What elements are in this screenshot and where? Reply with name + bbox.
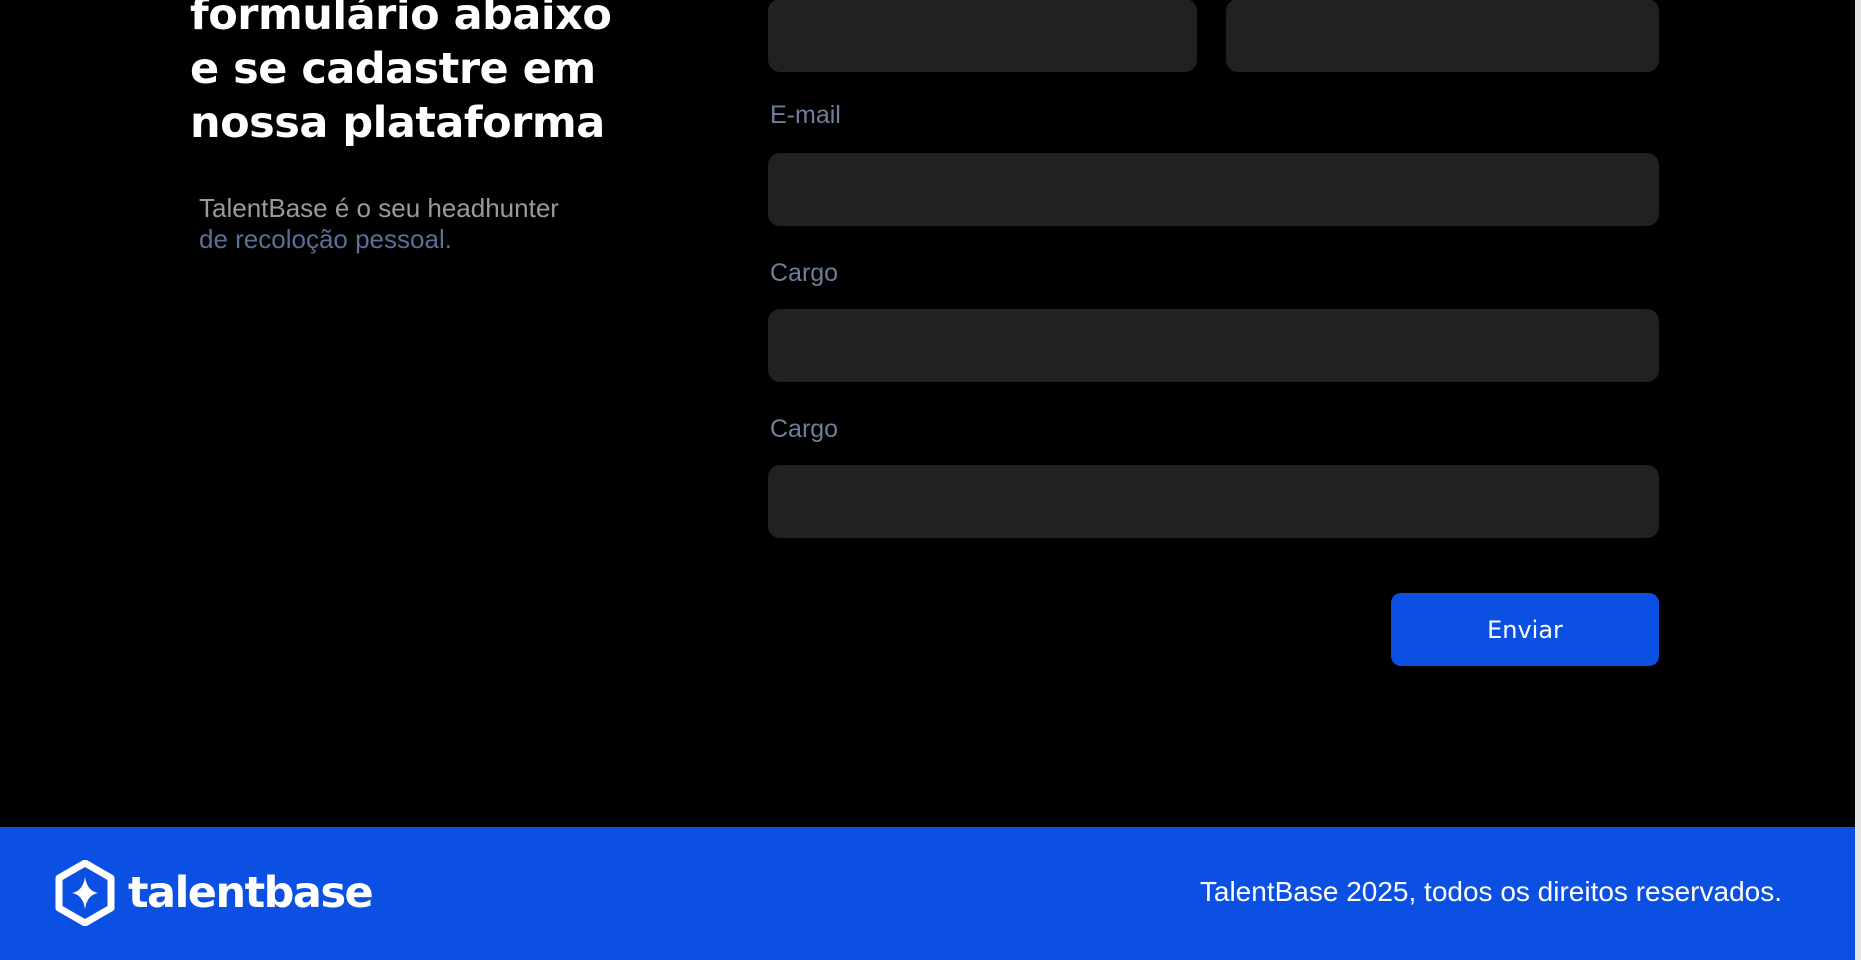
brand-logo[interactable]: talentbase [55, 860, 374, 926]
hero-subtitle-line: de recoloção pessoal. [199, 224, 452, 254]
scrollbar[interactable] [1855, 0, 1861, 960]
hero-subtitle: TalentBase é o seu headhunter de recoloç… [199, 193, 639, 255]
hero-heading-line: formulário abaixo [190, 0, 612, 40]
hero-subtitle-line: TalentBase é o seu headhunter [199, 193, 559, 223]
hero-heading-line: nossa plataforma [190, 98, 605, 148]
hero-heading-line: e se cadastre em [190, 44, 596, 94]
cargo-input[interactable] [768, 309, 1659, 382]
footer: talentbase TalentBase 2025, todos os dir… [0, 827, 1855, 960]
cargo-label-2: Cargo [770, 415, 839, 443]
email-input[interactable] [768, 153, 1659, 226]
hero-heading: formulário abaixo e se cadastre em nossa… [190, 0, 650, 150]
email-label: E-mail [770, 101, 841, 129]
copyright-text: TalentBase 2025, todos os direitos reser… [1199, 876, 1782, 907]
last-name-input[interactable] [1226, 0, 1659, 72]
signup-page: formulário abaixo e se cadastre em nossa… [0, 0, 1861, 960]
first-name-input[interactable] [768, 0, 1197, 72]
hexagon-star-icon [55, 860, 115, 926]
cargo-input-2[interactable] [768, 465, 1659, 538]
brand-name: talentbase [128, 868, 374, 918]
submit-button[interactable]: Enviar [1391, 593, 1659, 666]
cargo-label: Cargo [770, 259, 839, 287]
